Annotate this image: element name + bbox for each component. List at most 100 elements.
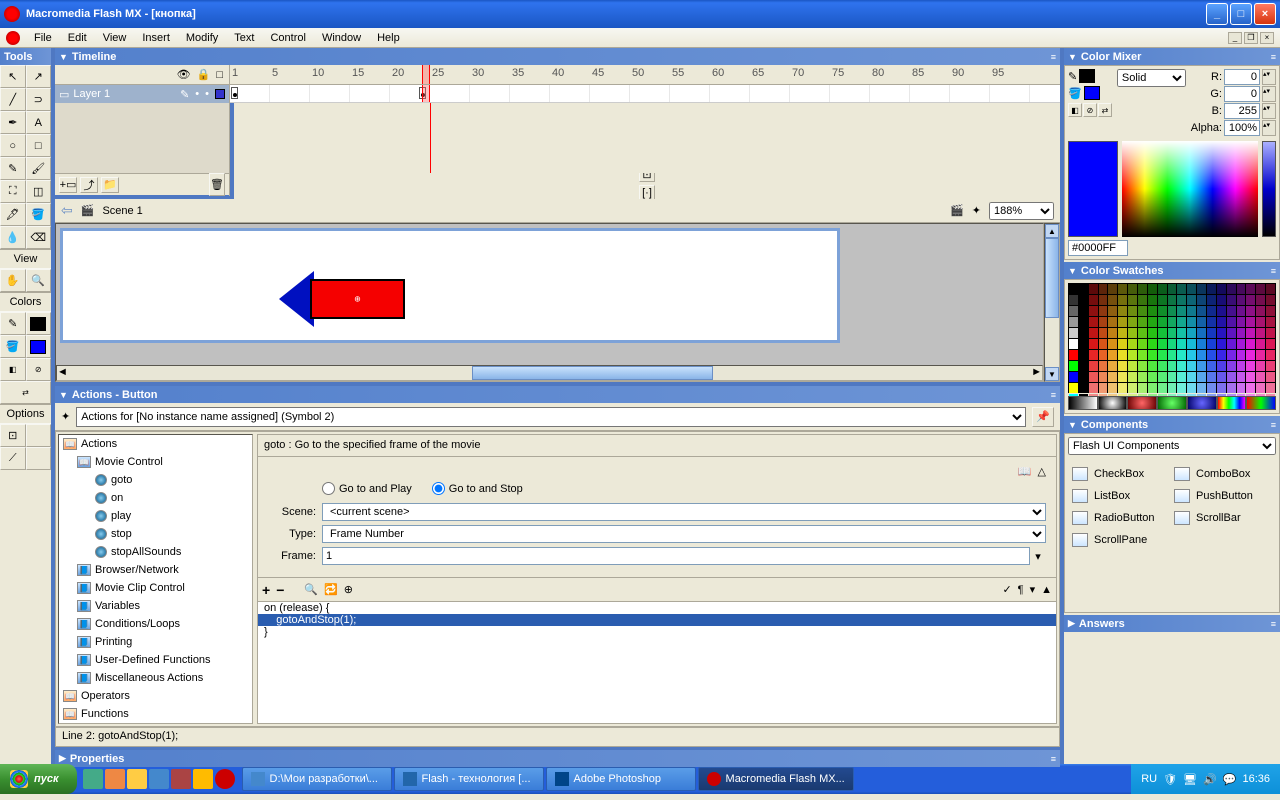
actions-tree[interactable]: 📖Actions 📖Movie Control goto on play sto… — [58, 434, 253, 724]
scene-label[interactable]: Scene 1 — [102, 205, 142, 217]
eyedropper-tool[interactable]: 💧 — [0, 226, 26, 249]
menu-help[interactable]: Help — [369, 30, 408, 46]
tray-icon-4[interactable]: 💬 — [1223, 773, 1237, 786]
timeline-header[interactable]: ▼Timeline≡ — [55, 48, 1060, 65]
shape-arrow-button[interactable]: ⊕ — [279, 271, 405, 327]
ql-icon-7[interactable] — [215, 769, 235, 789]
ql-icon-3[interactable] — [127, 769, 147, 789]
ql-icon-1[interactable] — [83, 769, 103, 789]
actions-header[interactable]: ▼Actions - Button≡ — [55, 386, 1060, 403]
default-colors-button[interactable]: ◧ — [0, 358, 26, 381]
close-button[interactable]: × — [1254, 3, 1276, 25]
mixer-nocolor-button[interactable]: ⊘ — [1083, 103, 1097, 117]
scene-select[interactable]: <current scene> — [322, 503, 1046, 521]
task-button-3[interactable]: Adobe Photoshop — [546, 767, 696, 791]
goto-stop-radio[interactable]: Go to and Stop — [432, 482, 523, 495]
hue-picker[interactable] — [1122, 141, 1258, 237]
zoom-select[interactable]: 188% — [989, 202, 1054, 220]
fill-swatch[interactable] — [26, 335, 52, 358]
keyframe-1[interactable] — [231, 87, 238, 99]
fill-type-select[interactable]: Solid — [1117, 69, 1186, 87]
menu-control[interactable]: Control — [262, 30, 313, 46]
answers-panel[interactable]: ▶Answers≡ — [1064, 615, 1280, 632]
mixer-header[interactable]: ▼Color Mixer≡ — [1064, 48, 1280, 65]
collapse-icon[interactable]: △ — [1038, 465, 1046, 478]
components-header[interactable]: ▼Components≡ — [1064, 416, 1280, 433]
ql-icon-2[interactable] — [105, 769, 125, 789]
frame-input[interactable] — [322, 547, 1030, 565]
tray-icon-3[interactable]: 🔊 — [1203, 773, 1217, 786]
timeline-options-icon[interactable]: ≡ — [1051, 52, 1056, 62]
subselect-tool[interactable]: ↗ — [26, 65, 52, 88]
ql-icon-6[interactable] — [193, 769, 213, 789]
swatches-header[interactable]: ▼Color Swatches≡ — [1064, 262, 1280, 279]
delete-layer-button[interactable]: 🗑 — [209, 173, 225, 196]
component-radiobutton[interactable]: RadioButton — [1072, 511, 1170, 525]
b-input[interactable] — [1224, 103, 1260, 119]
goto-play-radio[interactable]: Go to and Play — [322, 482, 412, 495]
doc-minimize-button[interactable]: _ — [1228, 32, 1242, 44]
stage-hscroll[interactable]: ◄ ► — [56, 365, 1043, 381]
stroke-color-tool[interactable]: ✎ — [0, 312, 26, 335]
playhead[interactable] — [422, 65, 430, 84]
script-editor[interactable]: on (release) { gotoAndStop(1); } — [257, 601, 1057, 724]
component-listbox[interactable]: ListBox — [1072, 489, 1170, 503]
menu-view[interactable]: View — [95, 30, 135, 46]
component-pushbutton[interactable]: PushButton — [1174, 489, 1272, 503]
brush-tool[interactable]: 🖌 — [26, 157, 52, 180]
gradient-swatches[interactable] — [1068, 396, 1276, 410]
edit-symbol-icon[interactable]: ✦ — [972, 204, 981, 217]
task-button-4[interactable]: Macromedia Flash MX... — [698, 767, 854, 791]
target-button[interactable]: ⊕ — [344, 583, 353, 596]
lasso-tool[interactable]: ⊃ — [26, 88, 52, 111]
ink-bottle-tool[interactable]: 🖋 — [0, 203, 26, 226]
stroke-swatch[interactable] — [26, 312, 52, 335]
pen-tool[interactable]: ✒ — [0, 111, 26, 134]
canvas[interactable]: ⊕ — [60, 228, 840, 343]
g-input[interactable] — [1224, 86, 1260, 102]
layer-edit-icon[interactable]: ✎ — [180, 88, 189, 101]
hex-input[interactable] — [1068, 240, 1128, 256]
tray-icon-2[interactable]: 🖥 — [1183, 773, 1197, 786]
tool-option-1[interactable]: ⊡ — [0, 424, 26, 447]
swap-colors-button[interactable]: ⇄ — [0, 381, 51, 404]
menu-text[interactable]: Text — [226, 30, 262, 46]
remove-action-button[interactable]: − — [276, 582, 284, 598]
lock-icon[interactable]: 🔒 — [197, 68, 211, 81]
lang-indicator[interactable]: RU — [1141, 773, 1157, 785]
menu-insert[interactable]: Insert — [134, 30, 178, 46]
component-checkbox[interactable]: CheckBox — [1072, 467, 1170, 481]
move-up-button[interactable]: ▲ — [1041, 584, 1052, 596]
mixer-stroke-swatch[interactable] — [1079, 69, 1095, 83]
hand-tool[interactable]: ✋ — [0, 269, 26, 292]
fill-transform-tool[interactable]: ◫ — [26, 180, 52, 203]
text-tool[interactable]: A — [26, 111, 52, 134]
luminance-slider[interactable] — [1262, 141, 1276, 237]
visibility-icon[interactable]: 👁 — [177, 68, 191, 81]
edit-scene-icon[interactable]: 🎬 — [950, 204, 964, 217]
tray-icon-1[interactable]: 🛡 — [1163, 773, 1177, 786]
start-button[interactable]: пуск — [0, 764, 77, 794]
add-folder-button[interactable]: 📁 — [101, 177, 119, 193]
clock[interactable]: 16:36 — [1242, 773, 1270, 785]
minimize-button[interactable]: _ — [1206, 3, 1228, 25]
back-button[interactable]: ⇦ — [61, 202, 73, 219]
component-scrollpane[interactable]: ScrollPane — [1072, 533, 1170, 547]
fill-color-tool[interactable]: 🪣 — [0, 335, 26, 358]
layer-row[interactable]: ▭ Layer 1 ✎•• — [55, 85, 1060, 103]
pencil-tool[interactable]: ✎ — [0, 157, 26, 180]
menu-window[interactable]: Window — [314, 30, 369, 46]
actions-target-select[interactable]: Actions for [No instance name assigned] … — [76, 407, 1026, 427]
zoom-tool[interactable]: 🔍 — [26, 269, 52, 292]
reference-icon[interactable]: 📖 — [1018, 465, 1032, 478]
auto-format-button[interactable]: ¶ — [1018, 584, 1024, 596]
eraser-tool[interactable]: ⌫ — [26, 226, 52, 249]
menu-modify[interactable]: Modify — [178, 30, 226, 46]
task-button-1[interactable]: D:\Мои разработки\... — [242, 767, 392, 791]
free-transform-tool[interactable]: ⛶ — [0, 180, 26, 203]
doc-restore-button[interactable]: ❐ — [1244, 32, 1258, 44]
tool-option-3[interactable]: ⟋ — [0, 447, 26, 470]
properties-panel[interactable]: ▶Properties≡ — [55, 747, 1060, 764]
add-guide-button[interactable]: ⤴ — [80, 177, 98, 193]
line-tool[interactable]: ╱ — [0, 88, 26, 111]
